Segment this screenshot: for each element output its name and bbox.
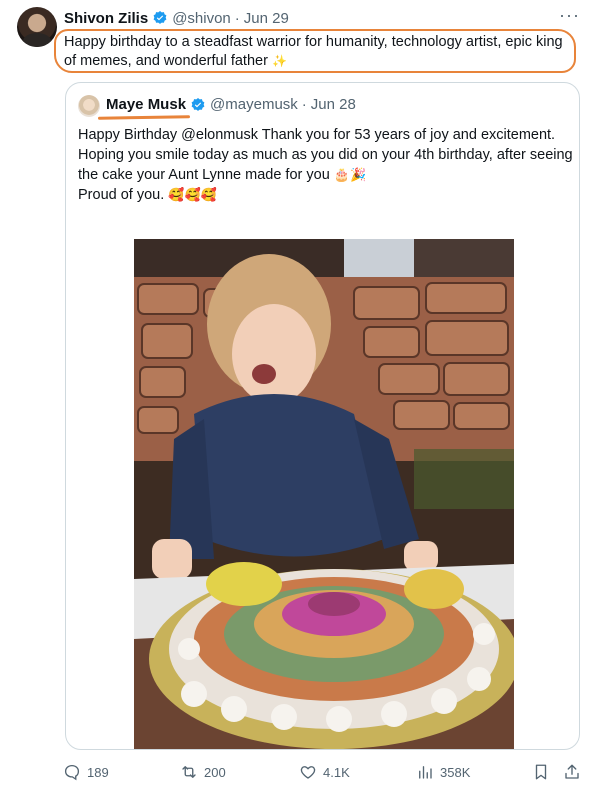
bookmark-button[interactable] <box>532 762 550 782</box>
views-button[interactable]: 358K <box>416 761 470 783</box>
quoted-author-avatar[interactable] <box>78 95 100 117</box>
party-popper-emoji-icon: 🎉 <box>349 167 367 182</box>
share-icon <box>563 762 581 782</box>
author-handle[interactable]: @shivon <box>172 10 231 27</box>
separator-dot: · <box>234 9 240 27</box>
quoted-line: Proud of you. 🥰🥰🥰 <box>78 185 573 205</box>
reply-button[interactable]: 189 <box>63 761 109 783</box>
repost-icon <box>180 763 198 781</box>
heart-icon <box>299 763 317 781</box>
like-count: 4.1K <box>323 764 350 780</box>
quoted-line-text: Proud of you. <box>78 187 165 203</box>
name-underline-annotation <box>97 115 191 120</box>
like-button[interactable]: 4.1K <box>299 761 350 783</box>
views-icon <box>416 763 434 781</box>
bookmark-icon <box>532 762 550 782</box>
quoted-line: Hoping you smile today as much as you di… <box>78 145 573 185</box>
author-avatar[interactable] <box>17 7 57 47</box>
quoted-post-date[interactable]: Jun 28 <box>311 96 356 113</box>
quoted-author-name[interactable]: Maye Musk <box>106 96 186 113</box>
reply-count: 189 <box>87 764 109 780</box>
quoted-line: Happy Birthday @elonmusk Thank you for 5… <box>78 127 556 143</box>
repost-button[interactable]: 200 <box>180 761 226 783</box>
more-options-icon[interactable]: ··· <box>559 6 580 24</box>
post: Shivon Zilis @shivon · Jun 29 ··· Happy … <box>0 0 596 789</box>
quoted-post[interactable]: Maye Musk @mayemusk · Jun 28 Happy Birth… <box>65 82 580 750</box>
reply-icon <box>63 763 81 781</box>
quoted-line-text: Hoping you smile today as much as you di… <box>78 147 573 183</box>
smiling-hearts-emoji-icon: 🥰🥰🥰 <box>168 187 217 202</box>
separator-dot: · <box>301 96 307 113</box>
post-date[interactable]: Jun 29 <box>244 10 289 27</box>
quoted-photo[interactable] <box>134 239 514 749</box>
quoted-text: Happy Birthday @elonmusk Thank you for 5… <box>78 125 573 205</box>
repost-count: 200 <box>204 764 226 780</box>
post-header: Shivon Zilis @shivon · Jun 29 <box>64 8 289 28</box>
quoted-author-handle[interactable]: @mayemusk <box>210 96 298 113</box>
author-name[interactable]: Shivon Zilis <box>64 10 148 27</box>
share-button[interactable] <box>563 762 581 782</box>
highlight-annotation <box>54 29 576 73</box>
cake-emoji-icon: 🎂 <box>333 167 350 182</box>
verified-badge-icon <box>190 97 206 113</box>
verified-badge-icon <box>152 10 168 26</box>
views-count: 358K <box>440 764 471 780</box>
quoted-header: Maye Musk @mayemusk · Jun 28 <box>106 96 356 113</box>
photo-illustration <box>134 239 514 749</box>
